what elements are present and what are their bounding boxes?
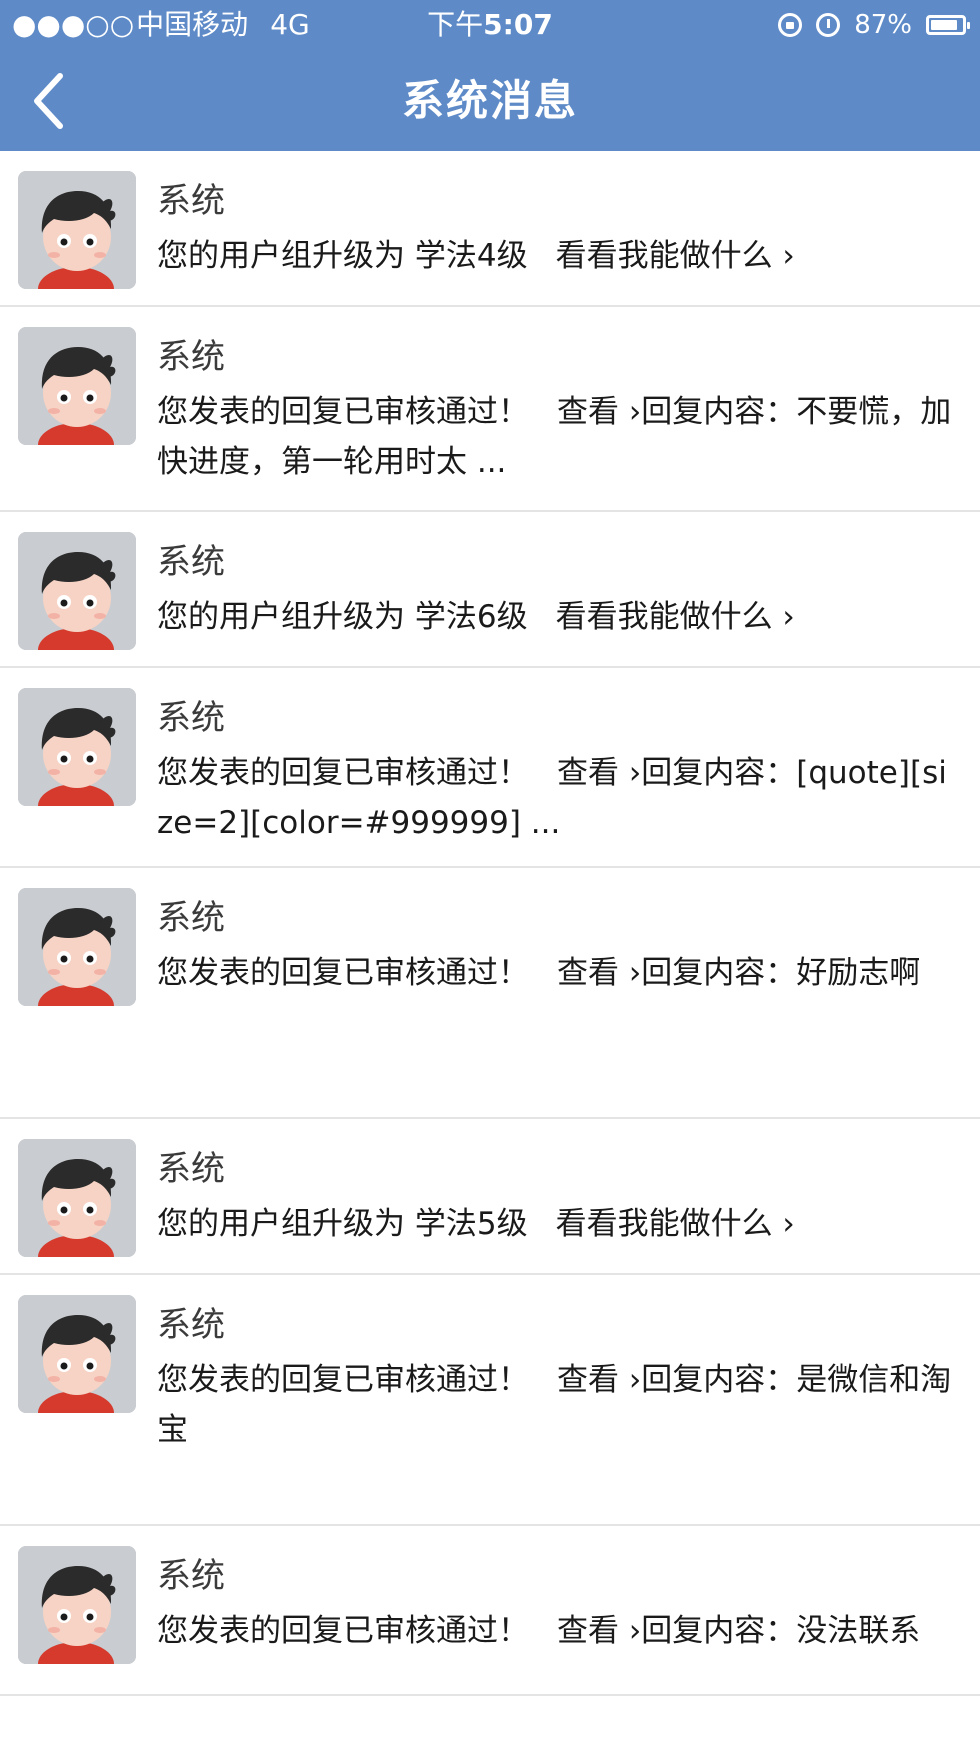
message-link[interactable]: 查看 › xyxy=(557,955,641,991)
status-bar: ●●●○○中国移动 4G 下午5:07 87% xyxy=(0,0,980,50)
message-body: 系统您的用户组升级为 学法6级 看看我能做什么 › xyxy=(157,538,954,642)
message-body: 系统 您发表的回复已审核通过！ 查看 ›回复内容：不要慌，加快进度，第一轮用时太 .… xyxy=(157,333,954,487)
message-content: 您发表的回复已审核通过！ 查看 ›回复内容：好励志啊 xyxy=(157,948,954,998)
message-content: 您的用户组升级为 学法6级 看看我能做什么 › xyxy=(157,592,954,642)
header: ●●●○○中国移动 4G 下午5:07 87% 系统消息 xyxy=(0,0,980,151)
message-content: 您的用户组升级为 学法5级 看看我能做什么 › xyxy=(157,1199,954,1249)
message-list: 系统 您的用户组升级为 学法4级 看看我能做什么 › 系统 您发表的回复已审核通过！查… xyxy=(0,151,980,1696)
message-body: 系统 您发表的回复已审核通过！ 查看 ›回复内容：[quote][size=2][c… xyxy=(157,694,954,848)
message-text: 您发表的回复已审核通过！ xyxy=(157,1362,529,1398)
message-text: 您的用户组升级为 学法6级 xyxy=(157,599,528,635)
message-content: 您发表的回复已审核通过！ 查看 ›回复内容：不要慌，加快进度，第一轮用时太 ... xyxy=(157,387,954,487)
sender-name: 系统 xyxy=(157,337,225,377)
message-item[interactable]: 系统您发表的回复已审核通过！ 查看 ›回复内容：好励志啊 xyxy=(0,868,980,1119)
message-item[interactable]: 系统 您发表的回复已审核通过！ 查看 ›回复内容：[quote][size=2][c… xyxy=(0,668,980,868)
sender-name: 系统 xyxy=(157,1556,225,1596)
message-body: 系统您发表的回复已审核通过！ 查看 ›回复内容：好励志啊 xyxy=(157,894,954,998)
message-item[interactable]: 系统您的用户组升级为 学法4级 看看我能做什么 › xyxy=(0,151,980,307)
avatar[interactable] xyxy=(18,327,136,445)
message-body: 系统您的用户组升级为 学法4级 看看我能做什么 › xyxy=(157,177,954,281)
message-link[interactable]: 看看我能做什么 › xyxy=(556,238,795,274)
avatar[interactable] xyxy=(18,171,136,289)
message-content: 您发表的回复已审核通过！ 查看 ›回复内容：没法联系 xyxy=(157,1606,954,1656)
time-prefix: 下午 xyxy=(427,8,484,41)
avatar[interactable] xyxy=(18,1139,136,1257)
message-text: 您发表的回复已审核通过！ xyxy=(157,755,529,791)
message-body: 系统 您发表的回复已审核通过！ 查看 ›回复内容：是微信和淘宝 xyxy=(157,1301,954,1455)
message-text: 您发表的回复已审核通过！ xyxy=(157,394,529,430)
message-text: 您的用户组升级为 学法4级 xyxy=(157,238,528,274)
orientation-lock-icon xyxy=(778,13,803,37)
status-right: 87% xyxy=(778,10,970,40)
nav-bar: 系统消息 xyxy=(0,50,980,151)
message-item[interactable]: 系统 您发表的回复已审核通过！ 查看 ›回复内容：是微信和淘宝 xyxy=(0,1275,980,1526)
avatar[interactable] xyxy=(18,888,136,1006)
alarm-icon xyxy=(816,13,841,37)
avatar[interactable] xyxy=(18,1546,136,1664)
message-link[interactable]: 看看我能做什么 › xyxy=(556,1206,795,1242)
avatar[interactable] xyxy=(18,532,136,650)
message-content: 您发表的回复已审核通过！ 查看 ›回复内容：是微信和淘宝 xyxy=(157,1355,954,1455)
message-item[interactable]: 系统您发表的回复已审核通过！ 查看 ›回复内容：没法联系 xyxy=(0,1526,980,1696)
avatar[interactable] xyxy=(18,1295,136,1413)
avatar[interactable] xyxy=(18,688,136,806)
battery-icon xyxy=(926,15,970,35)
sender-name: 系统 xyxy=(157,898,225,938)
message-content: 您的用户组升级为 学法4级 看看我能做什么 › xyxy=(157,231,954,281)
sender-name: 系统 xyxy=(157,698,225,738)
reply-preview: 回复内容：好励志啊 xyxy=(641,955,921,991)
message-link[interactable]: 查看 › xyxy=(557,1613,641,1649)
message-text: 您的用户组升级为 学法5级 xyxy=(157,1206,528,1242)
sender-name: 系统 xyxy=(157,1305,225,1345)
message-item[interactable]: 系统 您发表的回复已审核通过！ 查看 ›回复内容：不要慌，加快进度，第一轮用时太 .… xyxy=(0,307,980,512)
message-body: 系统您发表的回复已审核通过！ 查看 ›回复内容：没法联系 xyxy=(157,1552,954,1656)
sender-name: 系统 xyxy=(157,542,225,582)
message-content: 您发表的回复已审核通过！ 查看 ›回复内容：[quote][size=2][col… xyxy=(157,748,954,848)
page-title: 系统消息 xyxy=(401,76,578,125)
message-link[interactable]: 查看 › xyxy=(557,394,641,430)
message-item[interactable]: 系统您的用户组升级为 学法6级 看看我能做什么 › xyxy=(0,512,980,668)
reply-preview: 回复内容：没法联系 xyxy=(641,1613,921,1649)
time-value: 5:07 xyxy=(483,8,553,41)
sender-name: 系统 xyxy=(157,181,225,221)
message-link[interactable]: 查看 › xyxy=(557,1362,641,1398)
sender-name: 系统 xyxy=(157,1149,225,1189)
message-text: 您发表的回复已审核通过！ xyxy=(157,1613,529,1649)
message-link[interactable]: 查看 › xyxy=(557,755,641,791)
battery-percent: 87% xyxy=(854,10,912,40)
message-text: 您发表的回复已审核通过！ xyxy=(157,955,529,991)
message-item[interactable]: 系统您的用户组升级为 学法5级 看看我能做什么 › xyxy=(0,1119,980,1275)
message-link[interactable]: 看看我能做什么 › xyxy=(556,599,795,635)
message-body: 系统您的用户组升级为 学法5级 看看我能做什么 › xyxy=(157,1145,954,1249)
